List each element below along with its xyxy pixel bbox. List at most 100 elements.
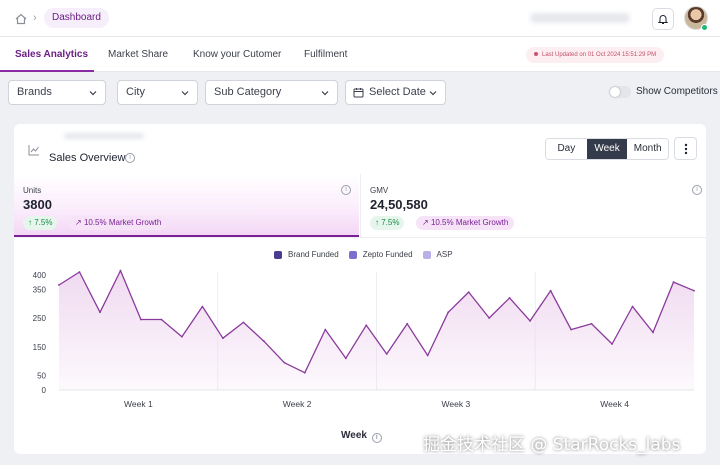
gmv-label: GMV [370, 186, 389, 195]
notifications-button[interactable] [652, 8, 674, 30]
data-point [324, 328, 327, 331]
data-point [406, 322, 409, 325]
tab-sales-analytics[interactable]: Sales Analytics [15, 37, 88, 72]
bell-icon [657, 15, 669, 24]
chevron-down-icon [429, 91, 437, 96]
data-point [488, 317, 491, 319]
y-tick-label: 250 [33, 314, 47, 323]
legend-label: Brand Funded [288, 250, 339, 259]
data-point [78, 271, 81, 273]
data-point [119, 269, 122, 272]
x-tick-label: Week 1 [124, 399, 153, 409]
select-date-picker[interactable]: Select Date [345, 80, 446, 105]
data-point [570, 328, 572, 331]
data-point [508, 297, 511, 299]
sub-category-dropdown[interactable]: Sub Category [205, 80, 338, 105]
legend-label: Zepto Funded [362, 250, 413, 259]
sales-area-chart: 0 50 150 250 350 400 Week 1 Week 2 Week 3 Week 4 [33, 269, 695, 409]
y-tick-label: 350 [33, 285, 47, 294]
x-tick-label: Week 3 [442, 399, 471, 409]
units-market-growth-value: 10.5% Market Growth [83, 218, 162, 227]
chevron-down-icon [89, 91, 97, 96]
x-tick-label: Week 4 [600, 399, 629, 409]
info-icon[interactable]: i [125, 153, 135, 163]
chevron-down-icon [321, 91, 329, 96]
gmv-growth-badge: ↑ 7.5% [370, 216, 405, 230]
units-growth-value: 7.5% [34, 218, 53, 227]
granularity-switch: Day Week Month [545, 138, 669, 160]
info-icon[interactable]: i [341, 185, 351, 195]
units-metric-tile[interactable]: Units i 3800 ↑ 7.5% ↗ 10.5% Market Growt… [14, 174, 359, 237]
legend-swatch [348, 250, 357, 259]
data-point [262, 340, 265, 342]
chart-legend: Brand Funded Zepto Funded ASP [274, 250, 453, 259]
online-status-dot [701, 24, 708, 31]
breadcrumb-current[interactable]: Dashboard [44, 8, 109, 28]
info-icon[interactable]: i [692, 185, 702, 195]
tab-market-share[interactable]: Market Share [108, 37, 168, 72]
info-icon[interactable]: i [371, 433, 382, 443]
legend-item-brand-funded[interactable]: Brand Funded [274, 250, 339, 259]
sales-overview-card: Sales Overview i Day Week Month Units i … [14, 124, 706, 454]
more-vertical-icon [684, 143, 687, 154]
tab-fulfilment[interactable]: Fulfilment [304, 37, 347, 72]
data-point [242, 321, 245, 324]
home-icon[interactable] [14, 12, 28, 26]
y-tick-label: 400 [33, 271, 47, 280]
watermark: 掘金技术社区 @ StarRocks_labs [423, 435, 681, 455]
data-point [385, 353, 388, 355]
gmv-market-growth-value: 10.5% Market Growth [430, 218, 509, 227]
data-point [590, 322, 593, 325]
units-label: Units [23, 186, 42, 195]
data-point [181, 335, 183, 338]
legend-label: ASP [436, 250, 453, 259]
data-point [447, 311, 450, 314]
units-growth-badge: ↑ 7.5% [23, 216, 58, 230]
gmv-market-growth-badge: ↗ 10.5% Market Growth [416, 216, 515, 230]
select-date-label: Select Date [369, 86, 426, 98]
legend-item-asp[interactable]: ASP [422, 250, 453, 259]
data-point [201, 305, 204, 308]
granularity-day-button[interactable]: Day [546, 139, 587, 159]
show-competitors-toggle[interactable] [609, 86, 631, 98]
data-point [283, 361, 286, 364]
y-tick-label: 50 [37, 372, 46, 381]
data-point [365, 324, 368, 327]
data-point [160, 318, 163, 321]
y-tick-label: 0 [42, 386, 47, 395]
data-point [652, 331, 654, 334]
data-point [344, 357, 347, 360]
legend-swatch [422, 250, 431, 259]
line-chart-icon [28, 145, 39, 156]
city-dropdown-label: City [126, 86, 145, 98]
data-point [140, 318, 142, 321]
card-title: Sales Overview [49, 152, 126, 164]
x-axis-title-text: Week [341, 430, 367, 441]
granularity-week-button[interactable]: Week [586, 139, 628, 159]
data-point [426, 354, 429, 357]
card-subtitle-redacted [64, 133, 144, 139]
filter-bar: Brands City Sub Category Select Date Sho… [0, 72, 720, 114]
data-point [631, 305, 634, 308]
y-tick-label: 150 [33, 343, 47, 352]
data-point [99, 311, 101, 314]
units-market-growth-badge: ↗ 10.5% Market Growth [69, 216, 168, 230]
last-updated-badge: Last Updated on 01 Oct 2024 15:51:29 PM [526, 47, 665, 63]
user-info [530, 13, 630, 23]
data-point [549, 289, 552, 292]
more-options-button[interactable] [674, 137, 697, 160]
city-dropdown[interactable]: City [117, 80, 198, 105]
top-bar: › Dashboard [0, 0, 720, 37]
data-point [672, 281, 675, 283]
breadcrumb-separator: › [33, 12, 37, 24]
tab-know-your-customer[interactable]: Know your Cutomer [193, 37, 281, 72]
legend-item-zepto-funded[interactable]: Zepto Funded [348, 250, 413, 259]
brands-dropdown[interactable]: Brands [8, 80, 106, 105]
data-point [693, 289, 695, 292]
gmv-metric-tile[interactable]: GMV i 24,50,580 ↑ 7.5% ↗ 10.5% Market Gr… [360, 174, 706, 237]
granularity-month-button[interactable]: Month [627, 139, 668, 159]
data-point [221, 337, 224, 340]
legend-swatch [274, 250, 282, 259]
x-tick-label: Week 2 [283, 399, 312, 409]
show-competitors-label: Show Competitors [636, 86, 718, 97]
